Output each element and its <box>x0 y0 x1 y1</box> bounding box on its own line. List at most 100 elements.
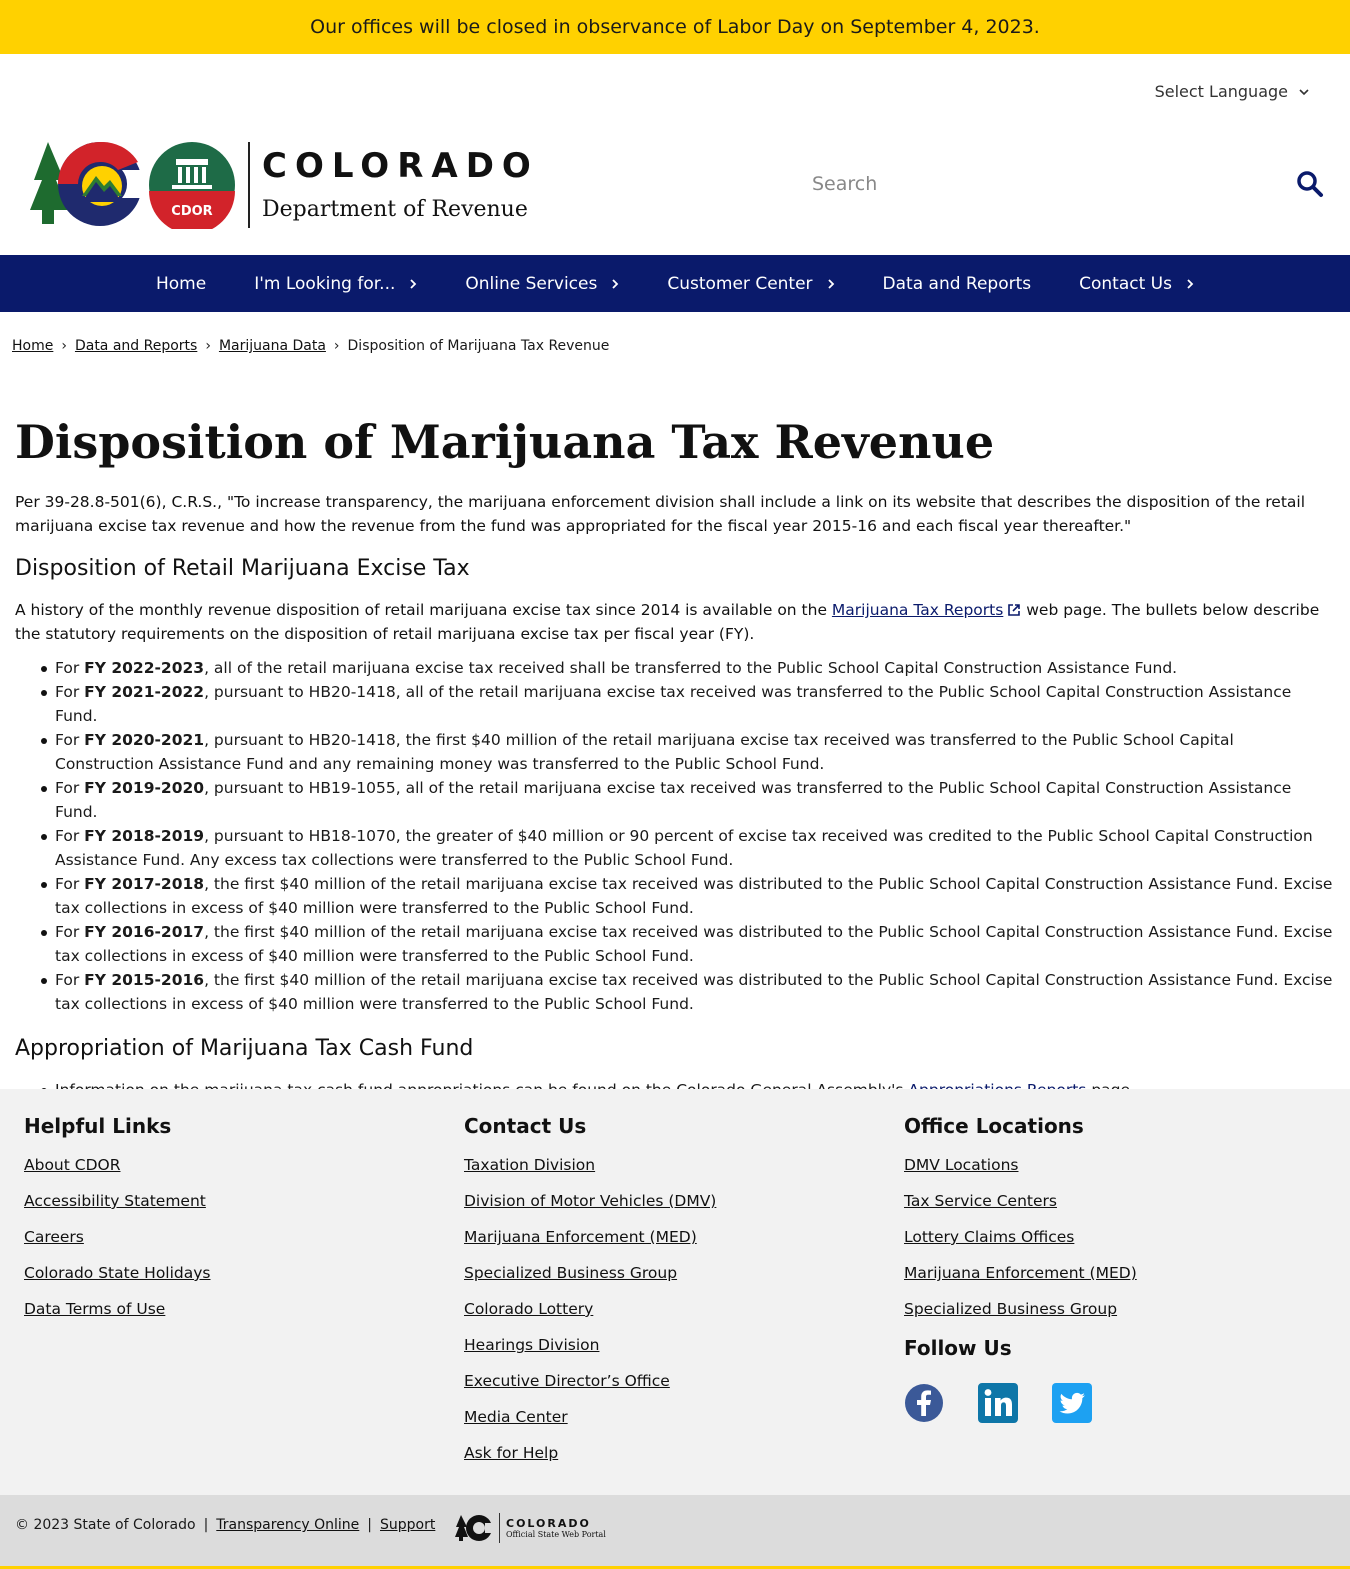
fiscal-year-list: For FY 2022-2023, all of the retail mari… <box>15 656 1335 1016</box>
bullet-text: , the first $40 million of the retail ma… <box>55 923 1333 965</box>
footer-link[interactable]: Colorado State Holidays <box>24 1263 211 1283</box>
external-link-icon <box>1008 604 1021 616</box>
fiscal-year: FY 2021-2022 <box>84 683 205 701</box>
section-heading-disposition: Disposition of Retail Marijuana Excise T… <box>15 556 470 581</box>
footer-link[interactable]: Tax Service Centers <box>904 1191 1137 1211</box>
brand-state: COLORADO <box>262 145 539 186</box>
nav-item-online-services[interactable]: Online Services <box>441 255 643 312</box>
footer-link[interactable]: Data Terms of Use <box>24 1299 211 1319</box>
brand-department: Department of Revenue <box>262 196 528 222</box>
list-item: For FY 2021-2022, pursuant to HB20-1418,… <box>15 680 1335 728</box>
seal-text: CDOR <box>171 204 212 219</box>
copyright: © 2023 State of Colorado <box>15 1517 196 1533</box>
breadcrumb-home[interactable]: Home <box>12 338 53 354</box>
footer-link[interactable]: Hearings Division <box>464 1335 716 1355</box>
fiscal-year: FY 2016-2017 <box>84 923 205 941</box>
chevron-right-icon <box>827 278 834 289</box>
search-icon <box>1297 171 1323 197</box>
breadcrumb-current: Disposition of Marijuana Tax Revenue <box>347 338 610 354</box>
history-paragraph: A history of the monthly revenue disposi… <box>15 598 1335 646</box>
marijuana-tax-reports-link[interactable]: Marijuana Tax Reports <box>832 601 1003 619</box>
fiscal-year: FY 2015-2016 <box>84 971 205 989</box>
twitter-icon[interactable] <box>1052 1383 1092 1423</box>
social-links <box>904 1383 1137 1423</box>
bullet-text: , the first $40 million of the retail ma… <box>55 875 1333 917</box>
chevron-right-icon <box>410 278 417 289</box>
bullet-text: , pursuant to HB19-1055, all of the reta… <box>55 779 1292 821</box>
footer: Helpful Links About CDOR Accessibility S… <box>0 1089 1350 1495</box>
footer-link[interactable]: Ask for Help <box>464 1443 716 1463</box>
list-item: For FY 2019-2020, pursuant to HB19-1055,… <box>15 776 1335 824</box>
search-input[interactable] <box>800 173 1290 195</box>
search-bar <box>800 160 1330 208</box>
nav-label: Home <box>156 273 207 294</box>
nav-item-looking-for[interactable]: I'm Looking for... <box>230 255 441 312</box>
nav-label: Customer Center <box>667 273 813 294</box>
colorado-logo-icon <box>30 141 142 226</box>
bullet-prefix: For <box>55 971 85 989</box>
portal-text: COLORADO Official State Web Portal <box>506 1517 606 1539</box>
bullet-text: , pursuant to HB20-1418, all of the reta… <box>55 683 1292 725</box>
breadcrumb-marijuana-data[interactable]: Marijuana Data <box>219 338 326 354</box>
support-link[interactable]: Support <box>380 1517 435 1533</box>
footer-helpful-links: Helpful Links About CDOR Accessibility S… <box>24 1113 211 1335</box>
bullet-prefix: For <box>55 779 85 797</box>
page-title: Disposition of Marijuana Tax Revenue <box>15 415 995 469</box>
site-logo[interactable]: CDOR COLORADO Department of Revenue <box>30 140 539 230</box>
footer-link[interactable]: Accessibility Statement <box>24 1191 211 1211</box>
nav-item-contact-us[interactable]: Contact Us <box>1055 255 1218 312</box>
footer-link[interactable]: Lottery Claims Offices <box>904 1227 1137 1247</box>
language-select[interactable]: Select Language <box>1155 82 1310 101</box>
fiscal-year: FY 2019-2020 <box>84 779 205 797</box>
footer-heading: Follow Us <box>904 1336 1012 1360</box>
colorado-portal-icon <box>455 1515 493 1541</box>
portal-divider <box>499 1513 500 1543</box>
state-portal-logo[interactable]: COLORADO Official State Web Portal <box>455 1513 606 1543</box>
transparency-online-link[interactable]: Transparency Online <box>216 1517 359 1533</box>
list-item: For FY 2020-2021, pursuant to HB20-1418,… <box>15 728 1335 776</box>
intro-paragraph: Per 39-28.8-501(6), C.R.S., "To increase… <box>15 493 1306 535</box>
bullet-prefix: For <box>55 731 85 749</box>
footer-link[interactable]: About CDOR <box>24 1155 211 1175</box>
linkedin-icon[interactable] <box>978 1383 1018 1423</box>
footer-link[interactable]: DMV Locations <box>904 1155 1137 1175</box>
breadcrumb-separator: › <box>205 338 211 354</box>
bullet-prefix: For <box>55 659 85 677</box>
fiscal-year: FY 2022-2023 <box>84 659 205 677</box>
nav-label: Online Services <box>465 273 598 294</box>
facebook-icon[interactable] <box>904 1383 944 1423</box>
bullet-prefix: For <box>55 683 85 701</box>
footer-link[interactable]: Media Center <box>464 1407 716 1427</box>
footer-link[interactable]: Marijuana Enforcement (MED) <box>904 1263 1137 1283</box>
bullet-text: , pursuant to HB18-1070, the greater of … <box>55 827 1313 869</box>
search-button[interactable] <box>1290 164 1330 204</box>
footer-link[interactable]: Specialized Business Group <box>904 1299 1137 1319</box>
footer-link[interactable]: Division of Motor Vehicles (DMV) <box>464 1191 716 1211</box>
footer-link[interactable]: Careers <box>24 1227 211 1247</box>
bullet-text: , pursuant to HB20-1418, the first $40 m… <box>55 731 1234 773</box>
nav-label: I'm Looking for... <box>254 273 396 294</box>
alert-banner: Our offices will be closed in observance… <box>0 0 1350 54</box>
bottom-links: © 2023 State of Colorado | Transparency … <box>15 1517 435 1533</box>
nav-item-data-reports[interactable]: Data and Reports <box>859 255 1056 312</box>
cdor-seal-icon: CDOR <box>149 142 235 229</box>
chevron-down-icon <box>1299 88 1309 95</box>
breadcrumb: Home › Data and Reports › Marijuana Data… <box>12 338 609 354</box>
footer-link[interactable]: Colorado Lottery <box>464 1299 716 1319</box>
breadcrumb-data-reports[interactable]: Data and Reports <box>75 338 197 354</box>
brand-text: COLORADO Department of Revenue <box>262 149 539 222</box>
list-item: For FY 2018-2019, pursuant to HB18-1070,… <box>15 824 1335 872</box>
footer-heading: Contact Us <box>464 1114 587 1138</box>
footer-link[interactable]: Executive Director’s Office <box>464 1371 716 1391</box>
bullet-text: , all of the retail marijuana excise tax… <box>204 659 1178 677</box>
bullet-prefix: For <box>55 875 85 893</box>
fiscal-year: FY 2017-2018 <box>84 875 205 893</box>
nav-item-home[interactable]: Home <box>132 255 230 312</box>
bottom-separator: | <box>203 1517 209 1533</box>
list-item: For FY 2022-2023, all of the retail mari… <box>15 656 1335 680</box>
footer-link[interactable]: Marijuana Enforcement (MED) <box>464 1227 716 1247</box>
main-nav: Home I'm Looking for... Online Services … <box>0 255 1350 312</box>
footer-link[interactable]: Taxation Division <box>464 1155 716 1175</box>
footer-link[interactable]: Specialized Business Group <box>464 1263 716 1283</box>
nav-item-customer-center[interactable]: Customer Center <box>643 255 858 312</box>
